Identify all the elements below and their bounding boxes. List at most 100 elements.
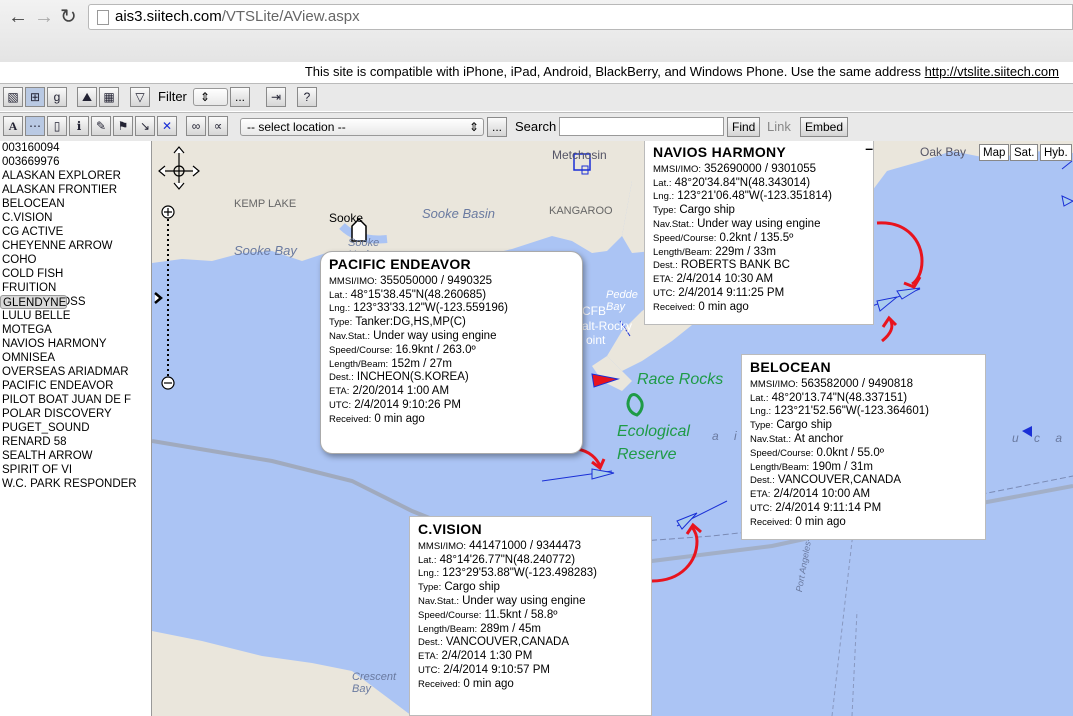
ship-list-item[interactable]: OMNISEA: [0, 351, 151, 365]
field-label: UTC:: [418, 664, 441, 676]
field-label: Lng.:: [418, 568, 440, 580]
field-label: Speed/Course:: [653, 232, 717, 244]
ship-list-item[interactable]: COHO: [0, 253, 151, 267]
filter-more-button[interactable]: ...: [230, 87, 250, 107]
link-icon[interactable]: ∞: [186, 116, 206, 136]
field-label: Type:: [653, 205, 677, 217]
field-value: 355050000 / 9490325: [380, 274, 493, 287]
ship-list-item[interactable]: GLENDYNE: [0, 295, 68, 309]
map-type-map[interactable]: Map: [979, 144, 1010, 161]
address-bar[interactable]: ais3.siitech.com/VTSLite/AView.aspx: [88, 4, 1073, 30]
info-icon[interactable]: ℹ: [69, 116, 89, 136]
ship-list-item[interactable]: COLD FISH: [0, 267, 151, 281]
ship-list-item[interactable]: 003669976: [0, 155, 151, 169]
map-type-satellite[interactable]: Sat.: [1010, 144, 1039, 161]
ship-list-item[interactable]: FRUITION: [0, 281, 151, 295]
infowindow-title: PACIFIC ENDEAVOR: [329, 256, 471, 272]
vessel-track-icon[interactable]: ⋯: [25, 116, 45, 136]
label-strait-b: u c a: [1012, 431, 1069, 445]
location-more-button[interactable]: ...: [487, 117, 507, 137]
ship-list-item[interactable]: W.C. PARK RESPONDER: [0, 477, 151, 491]
ship-list-item[interactable]: SPIRIT OF VI: [0, 463, 151, 477]
infowindow-row-lng: Lng.: 123°33'33.12"W(-123.559196): [329, 302, 574, 316]
reload-icon[interactable]: ↻: [60, 6, 77, 28]
help-icon[interactable]: ?: [297, 87, 317, 107]
ship-list-item[interactable]: NAVIOS HARMONY: [0, 337, 151, 351]
text-label-icon[interactable]: A: [3, 116, 23, 136]
ship-list-item[interactable]: C.VISION: [0, 211, 151, 225]
ship-list-item[interactable]: RENARD 58: [0, 435, 151, 449]
ship-list-item[interactable]: CHEYENNE ARROW: [0, 239, 151, 253]
infowindow-row-dims: Length/Beam: 190m / 31m: [750, 461, 977, 475]
exit-icon[interactable]: ⇥: [266, 87, 286, 107]
field-value: 48°15'38.45"N(48.260685): [350, 288, 487, 301]
ship-list-item[interactable]: OVERSEAS ARIADMAR: [0, 365, 151, 379]
filter-select[interactable]: ⇕: [193, 88, 228, 106]
field-value: VANCOUVER,CANADA: [445, 636, 569, 649]
ship-list-item[interactable]: PUGET_SOUND: [0, 421, 151, 435]
field-label: Lat.:: [418, 554, 437, 566]
infowindow-title: C.VISION: [418, 521, 482, 537]
ship-list-item[interactable]: 003160094: [0, 141, 151, 155]
ship-list-item[interactable]: BELOCEAN: [0, 197, 151, 211]
field-label: Nav.Stat.:: [653, 218, 695, 230]
infowindow-row-utc: UTC: 2/4/2014 9:10:57 PM: [418, 664, 643, 678]
ship-list-item[interactable]: MOTEGA: [0, 323, 151, 337]
field-label: Dest.:: [329, 372, 354, 384]
infowindow-c-vision[interactable]: C.VISION MMSI/IMO: 441471000 / 9344473 Lat…: [409, 516, 652, 716]
forward-icon[interactable]: →: [34, 6, 54, 28]
field-label: ETA:: [418, 651, 439, 663]
field-label: Length/Beam:: [653, 246, 713, 258]
infowindow-row-received: Received: 0 min ago: [329, 413, 574, 427]
chart-view-button[interactable]: ▧: [3, 87, 23, 107]
field-label: Dest.:: [750, 475, 775, 487]
terrain-view-button[interactable]: ⛰: [77, 87, 97, 107]
filter-icon[interactable]: ▽: [130, 87, 150, 107]
measure-icon[interactable]: ↘: [135, 116, 155, 136]
infowindow-row-speed: Speed/Course: 16.9knt / 263.0º: [329, 344, 574, 358]
windows-map-button[interactable]: ⊞: [25, 87, 45, 107]
ship-list[interactable]: 003160094 003669976 ALASKAN EXPLORER ALASKA…: [0, 141, 152, 716]
location-select[interactable]: -- select location -- ⇕: [240, 118, 484, 136]
search-input[interactable]: [559, 117, 724, 136]
field-value: 2/4/2014 1:30 PM: [441, 650, 533, 663]
url-path: /VTSLite/AView.aspx: [221, 8, 360, 25]
unlink-icon[interactable]: ∝: [208, 116, 228, 136]
find-button[interactable]: Find: [727, 117, 761, 137]
map-view[interactable]: Metchosin Oak Bay KEMP LAKE Sooke Sooke …: [152, 141, 1073, 716]
message-icon[interactable]: ✎: [91, 116, 111, 136]
ship-list-item[interactable]: POLAR DISCOVERY: [0, 407, 151, 421]
ship-list-item[interactable]: PILOT BOAT JUAN DE F: [0, 393, 151, 407]
field-value: 2/4/2014 9:11:25 PM: [678, 286, 785, 299]
infowindow-belocean[interactable]: BELOCEAN MMSI/IMO: 563582000 / 9490818 Lat…: [741, 354, 986, 540]
link-label[interactable]: Link: [767, 119, 791, 134]
notice-link[interactable]: http://vtslite.siitech.com: [925, 64, 1059, 79]
clear-icon[interactable]: ✕: [157, 116, 177, 136]
field-value: 123°29'53.88"W(-123.498283): [442, 567, 597, 580]
ship-list-item[interactable]: ALASKAN EXPLORER: [0, 169, 151, 183]
field-value: 2/20/2014 1:00 AM: [352, 385, 450, 398]
infowindow-navios-harmony[interactable]: NAVIOS HARMONY MMSI/IMO: 352690000 / 9301…: [644, 141, 874, 325]
google-map-button[interactable]: g: [47, 87, 67, 107]
ship-list-item[interactable]: LULU BELLE: [0, 309, 151, 323]
ship-list-item[interactable]: SEALTH ARROW: [0, 449, 151, 463]
phone-icon[interactable]: ▯: [47, 116, 67, 136]
embed-button[interactable]: Embed: [800, 117, 849, 137]
field-label: Nav.Stat.:: [418, 595, 460, 607]
field-label: ETA:: [329, 386, 350, 398]
map-type-hybrid[interactable]: Hyb.: [1040, 144, 1072, 161]
satellite-view-button[interactable]: ▦: [99, 87, 119, 107]
ship-list-item[interactable]: PACIFIC ENDEAVOR: [0, 379, 151, 393]
field-label: Dest.:: [418, 637, 443, 649]
close-icon[interactable]: –: [865, 141, 873, 155]
label-metchosin: Metchosin: [552, 148, 607, 162]
infowindow-pacific-endeavor[interactable]: PACIFIC ENDEAVOR MMSI/IMO: 355050000 / 94…: [320, 251, 583, 454]
field-value: Tanker:DG,HS,MP(C): [355, 316, 466, 329]
annotation-race-rocks: Race Rocks: [637, 371, 724, 388]
ship-list-item[interactable]: CG ACTIVE: [0, 225, 151, 239]
field-label: ETA:: [750, 489, 771, 501]
field-value: 0.2knt / 135.5º: [719, 231, 794, 244]
back-icon[interactable]: ←: [8, 6, 28, 28]
ship-list-item[interactable]: ALASKAN FRONTIER: [0, 183, 151, 197]
flag-icon[interactable]: ⚑: [113, 116, 133, 136]
